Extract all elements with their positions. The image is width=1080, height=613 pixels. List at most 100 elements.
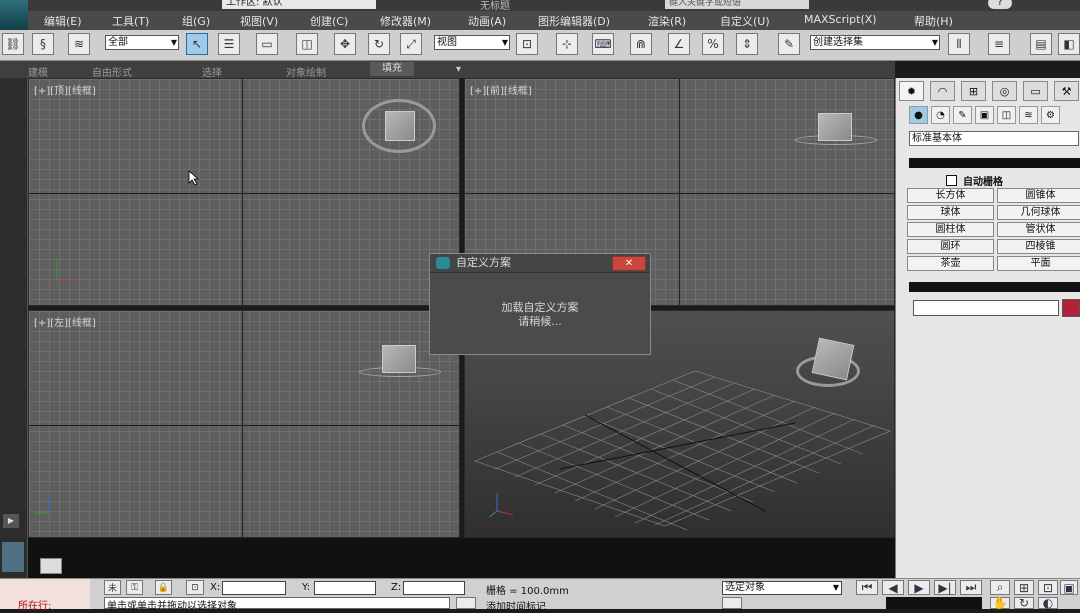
fov-icon[interactable]: ◐: [1038, 596, 1058, 610]
unlink-icon[interactable]: §: [32, 33, 54, 55]
menu-animation[interactable]: 动画(A): [468, 13, 506, 29]
help-icon[interactable]: ?: [988, 0, 1012, 9]
viewport-top[interactable]: [+][顶][线框]: [28, 78, 460, 306]
snap-toggle-icon[interactable]: ⋒: [630, 33, 652, 55]
object-color-swatch[interactable]: [1062, 299, 1080, 317]
zoom-all-icon[interactable]: ⊞: [1014, 580, 1034, 595]
utilities-tab-icon[interactable]: ⚒: [1054, 81, 1079, 101]
pivot-center-icon[interactable]: ⊡: [516, 33, 538, 55]
systems-icon[interactable]: ⚙: [1041, 106, 1060, 124]
scale-icon[interactable]: ⤢: [400, 33, 422, 55]
orbit-icon[interactable]: ↻: [1014, 596, 1034, 610]
name-color-rollout-header[interactable]: [909, 282, 1080, 292]
key-filter-icon[interactable]: [722, 597, 742, 609]
x-coord-input[interactable]: [222, 581, 286, 595]
edit-named-selection-icon[interactable]: ✎: [778, 33, 800, 55]
move-icon[interactable]: ✥: [334, 33, 356, 55]
modify-tab-icon[interactable]: ◠: [930, 81, 955, 101]
close-icon[interactable]: ✕: [612, 256, 646, 271]
viewport-left[interactable]: [+][左][线框]: [28, 310, 460, 538]
rect-selection-icon[interactable]: ▭: [256, 33, 278, 55]
link-icon[interactable]: ⛓: [2, 33, 24, 55]
select-manipulate-icon[interactable]: ⊹: [556, 33, 578, 55]
next-frame-icon[interactable]: ▶|: [934, 580, 956, 595]
rotate-icon[interactable]: ↻: [368, 33, 390, 55]
motion-tab-icon[interactable]: ◎: [992, 81, 1017, 101]
pyramid-button[interactable]: 四棱锥: [997, 239, 1080, 254]
shapes-icon[interactable]: ◔: [931, 106, 950, 124]
object-name-field[interactable]: [913, 300, 1059, 316]
ribbon-tab-modeling[interactable]: 建模: [28, 64, 48, 79]
torus-button[interactable]: 圆环: [907, 239, 994, 254]
plane-button[interactable]: 平面: [997, 256, 1080, 271]
menu-help[interactable]: 帮助(H): [914, 13, 953, 29]
bind-spacewarp-icon[interactable]: ≋: [68, 33, 90, 55]
current-frame-field[interactable]: [886, 597, 982, 609]
teapot-button[interactable]: 茶壶: [907, 256, 994, 271]
ribbon-options-icon[interactable]: ▾: [456, 64, 461, 75]
menu-group[interactable]: 组(G): [182, 13, 210, 29]
named-selection-dropdown[interactable]: 创建选择集 ▼: [810, 35, 940, 50]
viewport-layout-icon[interactable]: [2, 542, 24, 572]
ribbon-tab-selection[interactable]: 选择: [202, 64, 222, 79]
layer-manager-icon[interactable]: ▤: [1030, 33, 1052, 55]
lights-icon[interactable]: ✎: [953, 106, 972, 124]
ribbon-tab-object-paint[interactable]: 对象绘制: [286, 64, 326, 79]
z-coord-input[interactable]: [403, 581, 465, 595]
percent-snap-icon[interactable]: %: [702, 33, 724, 55]
viewcube-icon[interactable]: [811, 337, 855, 381]
menu-maxscript[interactable]: MAXScript(X): [804, 13, 877, 26]
display-tab-icon[interactable]: ▭: [1023, 81, 1048, 101]
cameras-icon[interactable]: ▣: [975, 106, 994, 124]
select-by-name-icon[interactable]: ☰: [218, 33, 240, 55]
viewport-label[interactable]: [+][顶][线框]: [34, 82, 96, 97]
absolute-mode-icon[interactable]: ⊡: [186, 580, 204, 595]
object-type-rollout-header[interactable]: [909, 158, 1080, 168]
pan-icon[interactable]: ✋: [990, 596, 1010, 610]
menu-graph-editors[interactable]: 图形编辑器(D): [538, 13, 610, 29]
category-dropdown[interactable]: 标准基本体: [909, 131, 1079, 146]
reference-coord-dropdown[interactable]: 视图 ▼: [434, 35, 510, 50]
geometry-icon[interactable]: ●: [909, 106, 928, 124]
cylinder-button[interactable]: 圆柱体: [907, 222, 994, 237]
viewport-label[interactable]: [+][左][线框]: [34, 314, 96, 329]
menu-create[interactable]: 创建(C): [310, 13, 348, 29]
prev-frame-icon[interactable]: ◀: [882, 580, 904, 595]
menu-views[interactable]: 视图(V): [240, 13, 278, 29]
time-tag-icon[interactable]: [456, 597, 476, 609]
window-crossing-icon[interactable]: ◫: [296, 33, 318, 55]
viewcube-icon[interactable]: [818, 113, 852, 141]
goto-start-icon[interactable]: ⏮: [856, 580, 878, 595]
lock-icon[interactable]: 🔒: [155, 580, 172, 595]
box-button[interactable]: 长方体: [907, 188, 994, 203]
spinner-snap-icon[interactable]: ⇕: [736, 33, 758, 55]
create-tab-icon[interactable]: ✹: [899, 81, 924, 101]
mini-curve-editor-icon[interactable]: [40, 558, 62, 574]
workspace-selector[interactable]: 工作区: 默认: [222, 0, 376, 9]
select-object-icon[interactable]: ↖: [186, 33, 208, 55]
menu-customize[interactable]: 自定义(U): [720, 13, 770, 29]
geosphere-button[interactable]: 几何球体: [997, 205, 1080, 220]
tube-button[interactable]: 管状体: [997, 222, 1080, 237]
menu-edit[interactable]: 编辑(E): [44, 13, 82, 29]
ribbon-tab-freeform[interactable]: 自由形式: [92, 64, 132, 79]
cone-button[interactable]: 圆锥体: [997, 188, 1080, 203]
play-icon[interactable]: ▶: [908, 580, 930, 595]
hierarchy-tab-icon[interactable]: ⊞: [961, 81, 986, 101]
autogrid-checkbox[interactable]: [946, 175, 957, 186]
spacewarps-icon[interactable]: ≋: [1019, 106, 1038, 124]
menu-tools[interactable]: 工具(T): [112, 13, 149, 29]
lock-selection-icon[interactable]: ⚿: [126, 580, 143, 595]
search-input[interactable]: 键入关键字或短语: [665, 0, 809, 9]
ribbon-tab-populate[interactable]: 填充: [370, 62, 414, 76]
viewcube-icon[interactable]: [382, 345, 416, 373]
add-time-tag[interactable]: 添加时间标记: [486, 598, 546, 613]
viewport-label[interactable]: [+][前][线框]: [470, 82, 532, 97]
maxscript-listener[interactable]: 所在行:: [0, 579, 90, 612]
mirror-icon[interactable]: ⫴: [948, 33, 970, 55]
helpers-icon[interactable]: ◫: [997, 106, 1016, 124]
menu-modifiers[interactable]: 修改器(M): [380, 13, 431, 29]
graphite-toggle-icon[interactable]: ◧: [1058, 33, 1080, 55]
keyboard-shortcut-icon[interactable]: ⌨: [592, 33, 614, 55]
selection-mode-dropdown[interactable]: 选定对象 ▼: [722, 581, 842, 595]
